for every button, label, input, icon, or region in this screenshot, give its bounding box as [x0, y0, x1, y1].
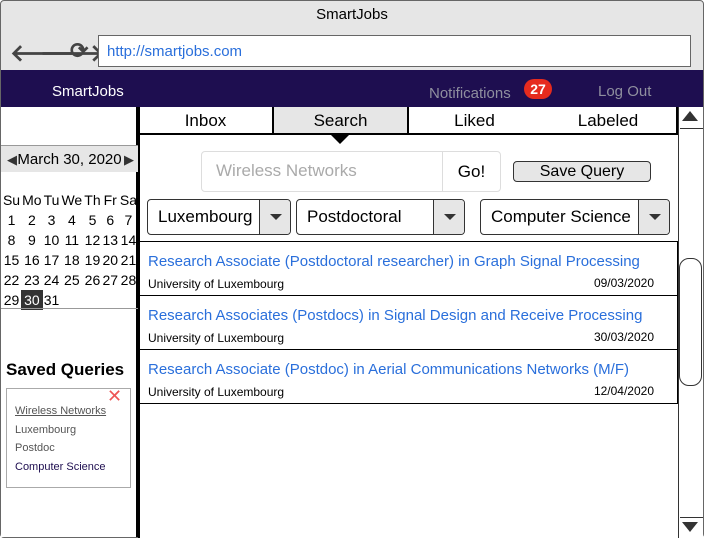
calendar-day[interactable]: 16 — [21, 250, 43, 270]
calendar-day — [60, 290, 83, 310]
chevron-down-icon[interactable] — [433, 200, 464, 234]
search-input[interactable]: Wireless Networks — [202, 152, 443, 191]
calendar-day[interactable]: 15 — [2, 250, 21, 270]
calendar: Su Mo Tu We Th Fr Sa 1 2 3 4 5 6 7 8 9 10 11 12 13 14 15 16 17… — [2, 190, 138, 310]
scroll-up-icon[interactable] — [682, 111, 698, 121]
calendar-day[interactable]: 20 — [102, 250, 119, 270]
calendar-day — [83, 290, 101, 310]
go-button[interactable]: Go! — [443, 152, 500, 191]
saved-query-field: Computer Science — [15, 461, 106, 473]
result-date: 30/03/2020 — [593, 330, 654, 344]
calendar-day[interactable]: 28 — [119, 270, 138, 290]
calendar-day[interactable]: 24 — [43, 270, 61, 290]
brand-link[interactable]: SmartJobs — [52, 83, 124, 100]
calendar-day[interactable]: 8 — [2, 230, 21, 250]
calendar-day[interactable]: 10 — [43, 230, 61, 250]
address-bar[interactable]: http://smartjobs.com — [98, 35, 691, 67]
calendar-month: March 30, 2020 — [17, 151, 122, 168]
calendar-day[interactable]: 9 — [21, 230, 43, 250]
calendar-day[interactable]: 29 — [2, 290, 21, 310]
dropdown-value: Luxembourg — [158, 207, 253, 226]
weekday: Sa — [119, 192, 137, 208]
active-tab-pointer — [331, 135, 349, 144]
chevron-down-icon[interactable] — [259, 200, 290, 234]
weekday: Mo — [22, 192, 42, 208]
result-row[interactable]: Research Associates (Postdocs) in Signal… — [138, 295, 678, 349]
notifications-link[interactable]: Notifications — [429, 85, 511, 102]
calendar-day[interactable]: 17 — [43, 250, 61, 270]
prev-month-icon[interactable]: ◀ — [7, 146, 17, 173]
tab-search[interactable]: Search — [274, 107, 409, 135]
window-title: SmartJobs — [316, 6, 388, 23]
calendar-day[interactable]: 31 — [43, 290, 61, 310]
weekday: Fr — [103, 192, 117, 208]
save-query-button[interactable]: Save Query — [513, 161, 651, 182]
calendar-day[interactable]: 30 — [21, 290, 43, 310]
tab-liked[interactable]: Liked — [409, 107, 540, 135]
weekday: We — [61, 192, 83, 208]
result-organization: University of Luxembourg — [148, 277, 285, 291]
calendar-day[interactable]: 5 — [83, 210, 101, 230]
result-date: 12/04/2020 — [593, 384, 654, 398]
chevron-down-icon[interactable] — [638, 200, 669, 234]
calendar-day[interactable]: 25 — [60, 270, 83, 290]
calendar-day[interactable]: 3 — [43, 210, 61, 230]
result-date: 09/03/2020 — [593, 276, 654, 290]
calendar-day[interactable]: 18 — [60, 250, 83, 270]
calendar-day[interactable]: 23 — [21, 270, 43, 290]
logout-link[interactable]: Log Out — [598, 83, 651, 100]
result-row[interactable]: Research Associate (Postdoc) in Aerial C… — [138, 349, 678, 404]
position-dropdown[interactable]: Postdoctoral — [296, 199, 465, 235]
saved-query-location: Luxembourg — [15, 424, 77, 436]
calendar-day[interactable]: 12 — [83, 230, 101, 250]
weekday: Su — [2, 192, 21, 208]
notification-badge: 27 — [524, 79, 552, 99]
tab-labeled[interactable]: Labeled — [540, 107, 678, 135]
close-icon[interactable]: ✕ — [107, 386, 122, 407]
result-title-link[interactable]: Research Associate (Postdoctoral researc… — [148, 253, 640, 270]
result-organization: University of Luxembourg — [148, 331, 285, 345]
calendar-day[interactable]: 21 — [119, 250, 138, 270]
weekday: Tu — [43, 192, 60, 208]
dropdown-value: Postdoctoral — [307, 207, 402, 226]
calendar-day[interactable]: 26 — [83, 270, 101, 290]
calendar-day[interactable]: 6 — [102, 210, 119, 230]
location-dropdown[interactable]: Luxembourg — [147, 199, 291, 235]
calendar-day[interactable]: 11 — [60, 230, 83, 250]
field-dropdown[interactable]: Computer Science — [480, 199, 670, 235]
dropdown-value: Computer Science — [491, 207, 631, 226]
calendar-day[interactable]: 13 — [102, 230, 119, 250]
saved-query-position: Postdoc — [15, 442, 55, 454]
scroll-down-icon[interactable] — [682, 522, 698, 532]
result-title-link[interactable]: Research Associates (Postdocs) in Signal… — [148, 307, 642, 324]
result-organization: University of Luxembourg — [148, 385, 285, 399]
divider — [1, 308, 138, 309]
reload-icon[interactable]: ⟳ — [70, 38, 88, 64]
result-title-link[interactable]: Research Associate (Postdoc) in Aerial C… — [148, 361, 629, 378]
search-group: Wireless Networks Go! — [201, 151, 501, 192]
calendar-day[interactable]: 19 — [83, 250, 101, 270]
calendar-day[interactable]: 22 — [2, 270, 21, 290]
saved-query-link[interactable]: Wireless Networks — [15, 405, 106, 417]
calendar-header: ◀ March 30, 2020 ▶ — [1, 145, 138, 172]
calendar-day[interactable]: 1 — [2, 210, 21, 230]
divider — [680, 128, 703, 129]
calendar-day[interactable]: 14 — [119, 230, 138, 250]
calendar-day[interactable]: 2 — [21, 210, 43, 230]
tab-inbox[interactable]: Inbox — [139, 107, 274, 135]
divider — [680, 517, 703, 518]
calendar-day[interactable]: 27 — [102, 270, 119, 290]
weekday: Th — [84, 192, 101, 208]
result-row[interactable]: Research Associate (Postdoctoral researc… — [138, 241, 678, 295]
calendar-day — [119, 290, 138, 310]
scrollbar-thumb[interactable] — [679, 258, 702, 386]
calendar-day[interactable]: 4 — [60, 210, 83, 230]
calendar-day — [102, 290, 119, 310]
next-month-icon[interactable]: ▶ — [124, 146, 134, 173]
calendar-day[interactable]: 7 — [119, 210, 138, 230]
saved-queries-title: Saved Queries — [6, 360, 125, 379]
